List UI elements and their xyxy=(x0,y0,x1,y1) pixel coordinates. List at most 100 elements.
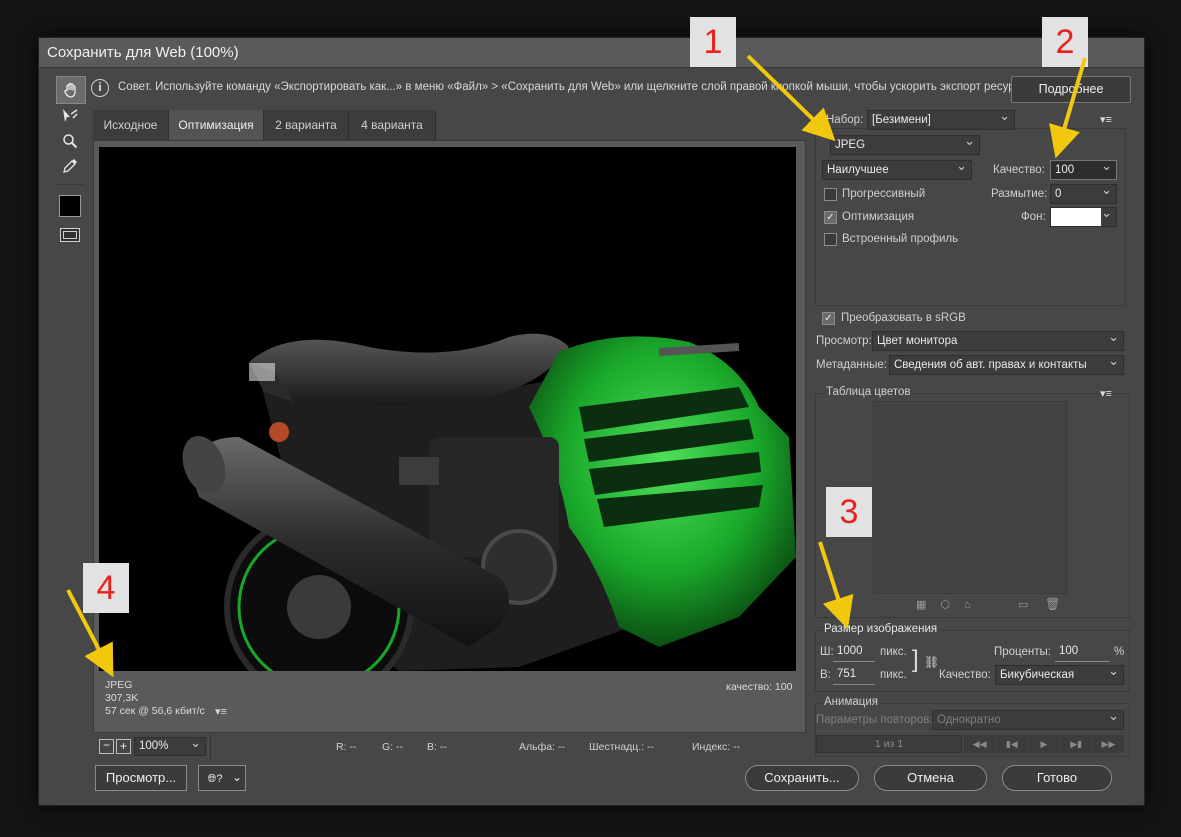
color-table-menu-icon[interactable]: ▾≡ xyxy=(1100,387,1112,400)
quality-preset-select[interactable]: Наилучшее xyxy=(822,157,972,180)
trash-icon[interactable]: 🗑︎ xyxy=(1045,597,1060,611)
color-table-title: Таблица цветов xyxy=(824,386,913,398)
next-frame-icon[interactable]: ▶▮ xyxy=(1060,735,1092,753)
preview-info: JPEG 307,3K 57 сек @ 56,6 кбит/с xyxy=(105,679,205,718)
matte-select[interactable] xyxy=(1050,204,1117,227)
color-table-toolbar: ▦⬡⌂ xyxy=(916,598,985,611)
percent-label: Проценты: xyxy=(994,646,1051,658)
tab-optimized[interactable]: Оптимизация xyxy=(169,110,264,140)
toggle-slices-icon[interactable] xyxy=(56,222,84,248)
embed-profile-checkbox[interactable] xyxy=(824,233,837,246)
height-input[interactable]: 751 xyxy=(833,665,875,685)
callout-4: 4 xyxy=(83,563,129,613)
toolbox xyxy=(56,76,86,248)
quality-preset-value: Наилучшее xyxy=(827,164,889,176)
preset-value: [Безимени] xyxy=(872,114,931,126)
quality-value: 100 xyxy=(1055,164,1075,176)
eyedropper-icon[interactable] xyxy=(56,153,84,179)
zoom-select[interactable]: 100% xyxy=(134,734,206,756)
width-value: 1000 xyxy=(837,645,863,657)
convert-srgb-label: Преобразовать в sRGB xyxy=(841,312,966,324)
zoom-icon[interactable] xyxy=(56,128,84,154)
loop-value: Однократно xyxy=(937,714,1001,726)
preset-select[interactable]: [Безимени] xyxy=(867,107,1015,130)
optimized-label: Оптимизация xyxy=(842,211,915,223)
height-value: 751 xyxy=(837,668,857,680)
zoom-out-button[interactable]: − xyxy=(99,739,114,754)
alpha-readout: Альфа: -- xyxy=(519,741,565,753)
red-readout: R: -- xyxy=(336,741,357,753)
blur-value: 0 xyxy=(1055,188,1062,200)
view-tabs: Исходное Оптимизация 2 варианта 4 вариан… xyxy=(93,110,436,140)
link-proportions-icon[interactable]: ⛓︎ xyxy=(924,655,939,669)
animation-title: Анимация xyxy=(822,696,880,708)
prev-frame-icon[interactable]: ▮◀ xyxy=(996,735,1028,753)
callout-3: 3 xyxy=(826,487,872,537)
width-input[interactable]: 1000 xyxy=(833,642,875,662)
animation-controls: ◀◀ ▮◀ ▶ ▶▮ ▶▶ xyxy=(964,735,1125,753)
height-label: В: xyxy=(820,669,831,681)
metadata-label: Метаданные: xyxy=(816,359,887,371)
width-label: Ш: xyxy=(820,646,834,658)
quality-input[interactable]: 100 xyxy=(1050,157,1117,180)
height-unit: пикс. xyxy=(880,669,907,681)
index-readout: Индекс: -- xyxy=(692,741,741,753)
save-button[interactable]: Сохранить... xyxy=(745,765,859,791)
slice-select-icon[interactable] xyxy=(56,103,84,129)
browser-icon: 🌐︎? xyxy=(207,773,223,785)
tab-4-up[interactable]: 4 варианта xyxy=(349,110,436,140)
percent-sign: % xyxy=(1114,646,1125,658)
resample-quality-select[interactable]: Бикубическая xyxy=(995,662,1124,685)
hex-readout: Шестнадц.: -- xyxy=(589,741,655,753)
optimized-checkbox[interactable]: ✓ xyxy=(824,211,837,224)
format-select[interactable]: JPEG xyxy=(830,132,980,155)
play-icon[interactable]: ▶ xyxy=(1028,735,1060,753)
resample-quality-label: Качество: xyxy=(939,669,991,681)
hint-bar: i Совет. Используйте команду «Экспортиро… xyxy=(88,74,1048,102)
callout-2: 2 xyxy=(1042,17,1088,67)
browser-select-button[interactable]: 🌐︎? ⌄ xyxy=(198,765,246,791)
new-color-icon[interactable]: ▭ xyxy=(1018,598,1028,611)
progressive-checkbox[interactable] xyxy=(824,188,837,201)
last-frame-icon[interactable]: ▶▶ xyxy=(1092,735,1125,753)
tab-original[interactable]: Исходное xyxy=(93,110,169,140)
width-unit: пикс. xyxy=(880,646,907,658)
image-preview[interactable] xyxy=(99,147,796,671)
preview-in-browser-button[interactable]: Просмотр... xyxy=(95,765,187,791)
window-title: Сохранить для Web (100%) xyxy=(47,44,239,61)
loop-label: Параметры повторов: xyxy=(816,714,933,726)
zoom-in-button[interactable]: + xyxy=(116,739,131,754)
lock-color-icon[interactable]: ⌂ xyxy=(964,599,985,611)
blur-input[interactable]: 0 xyxy=(1050,181,1117,204)
constrain-bracket: ] xyxy=(912,646,919,673)
cancel-button[interactable]: Отмена xyxy=(874,765,987,791)
quality-label: Качество: xyxy=(993,164,1045,176)
color-swatch[interactable] xyxy=(56,193,84,219)
tab-2-up[interactable]: 2 варианта xyxy=(264,110,349,140)
download-speed-menu-icon[interactable]: ▾≡ xyxy=(215,705,227,718)
preset-menu-icon[interactable]: ▾≡ xyxy=(1100,113,1112,126)
matte-color-swatch xyxy=(1051,208,1101,226)
percent-input[interactable]: 100 xyxy=(1055,642,1110,662)
convert-srgb-checkbox[interactable]: ✓ xyxy=(822,312,835,325)
matte-label: Фон: xyxy=(1021,211,1046,223)
color-table-area[interactable] xyxy=(873,401,1067,594)
metadata-select[interactable]: Сведения об авт. правах и контакты xyxy=(889,352,1124,375)
done-button[interactable]: Готово xyxy=(1002,765,1112,791)
more-info-button[interactable]: Подробнее xyxy=(1011,76,1131,103)
map-transparency-icon[interactable]: ▦ xyxy=(916,599,940,611)
view-label: Просмотр: xyxy=(816,335,872,347)
title-bar[interactable]: Сохранить для Web (100%) xyxy=(39,38,1144,68)
shift-web-palette-icon[interactable]: ⬡ xyxy=(940,599,964,611)
green-readout: G: -- xyxy=(382,741,403,753)
hand-icon[interactable] xyxy=(56,76,86,104)
chevron-down-icon: ⌄ xyxy=(231,770,242,784)
first-frame-icon[interactable]: ◀◀ xyxy=(964,735,996,753)
blue-readout: B: -- xyxy=(427,741,447,753)
blur-label: Размытие: xyxy=(991,188,1048,200)
view-select[interactable]: Цвет монитора xyxy=(872,328,1124,351)
loop-select[interactable]: Однократно xyxy=(932,707,1124,730)
callout-1: 1 xyxy=(690,17,736,67)
info-icon: i xyxy=(91,79,109,97)
resample-quality-value: Бикубическая xyxy=(1000,669,1075,681)
